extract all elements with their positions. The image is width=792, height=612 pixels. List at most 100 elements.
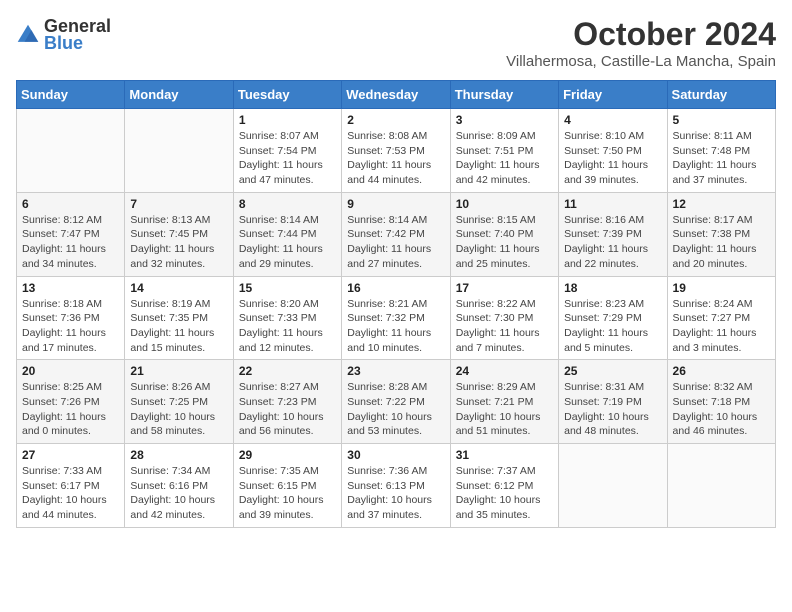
day-info: Sunrise: 8:28 AM Sunset: 7:22 PM Dayligh… — [347, 380, 444, 439]
day-number: 1 — [239, 113, 336, 127]
logo-icon — [16, 23, 40, 47]
day-info: Sunrise: 8:15 AM Sunset: 7:40 PM Dayligh… — [456, 213, 553, 272]
calendar-week-row: 27 Sunrise: 7:33 AM Sunset: 6:17 PM Dayli… — [17, 444, 776, 528]
day-info: Sunrise: 8:25 AM Sunset: 7:26 PM Dayligh… — [22, 380, 119, 439]
day-number: 16 — [347, 281, 444, 295]
logo-blue: Blue — [44, 33, 111, 54]
calendar-cell: 5 Sunrise: 8:11 AM Sunset: 7:48 PM Daylig… — [667, 109, 775, 193]
day-number: 22 — [239, 364, 336, 378]
day-number: 21 — [130, 364, 227, 378]
calendar-cell: 16 Sunrise: 8:21 AM Sunset: 7:32 PM Dayli… — [342, 276, 450, 360]
calendar-cell: 2Sunrise: 8:08 AM Sunset: 7:53 PM Daylig… — [342, 109, 450, 193]
page-header: General Blue October 2024 Villahermosa, … — [16, 16, 776, 70]
calendar-cell: 30Sunrise: 7:36 AM Sunset: 6:13 PM Dayli… — [342, 444, 450, 528]
day-number: 19 — [673, 281, 770, 295]
day-number: 24 — [456, 364, 553, 378]
calendar-cell: 12 Sunrise: 8:17 AM Sunset: 7:38 PM Dayli… — [667, 192, 775, 276]
day-info: Sunrise: 8:12 AM Sunset: 7:47 PM Dayligh… — [22, 213, 119, 272]
day-info: Sunrise: 8:16 AM Sunset: 7:39 PM Dayligh… — [564, 213, 661, 272]
day-info: Sunrise: 8:20 AM Sunset: 7:33 PM Dayligh… — [239, 297, 336, 356]
day-info: Sunrise: 8:23 AM Sunset: 7:29 PM Dayligh… — [564, 297, 661, 356]
day-info: Sunrise: 7:34 AM Sunset: 6:16 PM Dayligh… — [130, 464, 227, 523]
day-number: 13 — [22, 281, 119, 295]
day-number: 31 — [456, 448, 553, 462]
calendar-cell: 15Sunrise: 8:20 AM Sunset: 7:33 PM Dayli… — [233, 276, 341, 360]
calendar-cell — [17, 109, 125, 193]
calendar-cell: 7 Sunrise: 8:13 AM Sunset: 7:45 PM Daylig… — [125, 192, 233, 276]
weekday-header-thursday: Thursday — [450, 81, 558, 109]
calendar-cell: 11 Sunrise: 8:16 AM Sunset: 7:39 PM Dayli… — [559, 192, 667, 276]
calendar-cell — [125, 109, 233, 193]
day-number: 10 — [456, 197, 553, 211]
weekday-header-saturday: Saturday — [667, 81, 775, 109]
day-number: 2 — [347, 113, 444, 127]
day-info: Sunrise: 7:33 AM Sunset: 6:17 PM Dayligh… — [22, 464, 119, 523]
day-info: Sunrise: 8:21 AM Sunset: 7:32 PM Dayligh… — [347, 297, 444, 356]
day-info: Sunrise: 8:09 AM Sunset: 7:51 PM Dayligh… — [456, 129, 553, 188]
day-number: 14 — [130, 281, 227, 295]
calendar-cell: 28 Sunrise: 7:34 AM Sunset: 6:16 PM Dayli… — [125, 444, 233, 528]
day-number: 30 — [347, 448, 444, 462]
day-info: Sunrise: 8:14 AM Sunset: 7:44 PM Dayligh… — [239, 213, 336, 272]
calendar-week-row: 6 Sunrise: 8:12 AM Sunset: 7:47 PM Daylig… — [17, 192, 776, 276]
day-number: 27 — [22, 448, 119, 462]
calendar-cell: 22 Sunrise: 8:27 AM Sunset: 7:23 PM Dayli… — [233, 360, 341, 444]
calendar-week-row: 20Sunrise: 8:25 AM Sunset: 7:26 PM Dayli… — [17, 360, 776, 444]
day-info: Sunrise: 7:37 AM Sunset: 6:12 PM Dayligh… — [456, 464, 553, 523]
calendar-cell: 21Sunrise: 8:26 AM Sunset: 7:25 PM Dayli… — [125, 360, 233, 444]
calendar-table: SundayMondayTuesdayWednesdayThursdayFrid… — [16, 80, 776, 528]
calendar-cell: 24 Sunrise: 8:29 AM Sunset: 7:21 PM Dayli… — [450, 360, 558, 444]
day-info: Sunrise: 8:14 AM Sunset: 7:42 PM Dayligh… — [347, 213, 444, 272]
weekday-header-monday: Monday — [125, 81, 233, 109]
day-info: Sunrise: 8:13 AM Sunset: 7:45 PM Dayligh… — [130, 213, 227, 272]
day-info: Sunrise: 8:11 AM Sunset: 7:48 PM Dayligh… — [673, 129, 770, 188]
day-number: 5 — [673, 113, 770, 127]
day-number: 3 — [456, 113, 553, 127]
day-info: Sunrise: 8:10 AM Sunset: 7:50 PM Dayligh… — [564, 129, 661, 188]
day-info: Sunrise: 8:18 AM Sunset: 7:36 PM Dayligh… — [22, 297, 119, 356]
day-number: 4 — [564, 113, 661, 127]
logo: General Blue — [16, 16, 111, 54]
calendar-cell: 9 Sunrise: 8:14 AM Sunset: 7:42 PM Daylig… — [342, 192, 450, 276]
calendar-week-row: 13 Sunrise: 8:18 AM Sunset: 7:36 PM Dayli… — [17, 276, 776, 360]
weekday-header-tuesday: Tuesday — [233, 81, 341, 109]
day-info: Sunrise: 8:07 AM Sunset: 7:54 PM Dayligh… — [239, 129, 336, 188]
day-info: Sunrise: 8:22 AM Sunset: 7:30 PM Dayligh… — [456, 297, 553, 356]
calendar-cell: 23Sunrise: 8:28 AM Sunset: 7:22 PM Dayli… — [342, 360, 450, 444]
calendar-cell — [559, 444, 667, 528]
day-number: 17 — [456, 281, 553, 295]
calendar-cell: 13 Sunrise: 8:18 AM Sunset: 7:36 PM Dayli… — [17, 276, 125, 360]
day-number: 12 — [673, 197, 770, 211]
calendar-cell: 19 Sunrise: 8:24 AM Sunset: 7:27 PM Dayli… — [667, 276, 775, 360]
day-number: 8 — [239, 197, 336, 211]
calendar-title: October 2024 — [506, 16, 776, 53]
calendar-cell: 25Sunrise: 8:31 AM Sunset: 7:19 PM Dayli… — [559, 360, 667, 444]
calendar-cell: 4 Sunrise: 8:10 AM Sunset: 7:50 PM Daylig… — [559, 109, 667, 193]
calendar-cell: 14 Sunrise: 8:19 AM Sunset: 7:35 PM Dayli… — [125, 276, 233, 360]
calendar-cell: 17 Sunrise: 8:22 AM Sunset: 7:30 PM Dayli… — [450, 276, 558, 360]
day-info: Sunrise: 8:27 AM Sunset: 7:23 PM Dayligh… — [239, 380, 336, 439]
weekday-header-row: SundayMondayTuesdayWednesdayThursdayFrid… — [17, 81, 776, 109]
calendar-cell: 20Sunrise: 8:25 AM Sunset: 7:26 PM Dayli… — [17, 360, 125, 444]
day-info: Sunrise: 8:24 AM Sunset: 7:27 PM Dayligh… — [673, 297, 770, 356]
day-number: 7 — [130, 197, 227, 211]
day-number: 18 — [564, 281, 661, 295]
calendar-cell: 29Sunrise: 7:35 AM Sunset: 6:15 PM Dayli… — [233, 444, 341, 528]
calendar-cell: 27 Sunrise: 7:33 AM Sunset: 6:17 PM Dayli… — [17, 444, 125, 528]
calendar-cell: 31 Sunrise: 7:37 AM Sunset: 6:12 PM Dayli… — [450, 444, 558, 528]
weekday-header-wednesday: Wednesday — [342, 81, 450, 109]
day-number: 25 — [564, 364, 661, 378]
day-number: 6 — [22, 197, 119, 211]
calendar-cell: 1 Sunrise: 8:07 AM Sunset: 7:54 PM Daylig… — [233, 109, 341, 193]
calendar-cell: 18 Sunrise: 8:23 AM Sunset: 7:29 PM Dayli… — [559, 276, 667, 360]
calendar-cell: 26Sunrise: 8:32 AM Sunset: 7:18 PM Dayli… — [667, 360, 775, 444]
calendar-cell: 10 Sunrise: 8:15 AM Sunset: 7:40 PM Dayli… — [450, 192, 558, 276]
day-info: Sunrise: 7:35 AM Sunset: 6:15 PM Dayligh… — [239, 464, 336, 523]
calendar-cell — [667, 444, 775, 528]
day-info: Sunrise: 8:19 AM Sunset: 7:35 PM Dayligh… — [130, 297, 227, 356]
day-info: Sunrise: 8:17 AM Sunset: 7:38 PM Dayligh… — [673, 213, 770, 272]
day-info: Sunrise: 8:29 AM Sunset: 7:21 PM Dayligh… — [456, 380, 553, 439]
day-number: 9 — [347, 197, 444, 211]
day-number: 11 — [564, 197, 661, 211]
day-number: 28 — [130, 448, 227, 462]
